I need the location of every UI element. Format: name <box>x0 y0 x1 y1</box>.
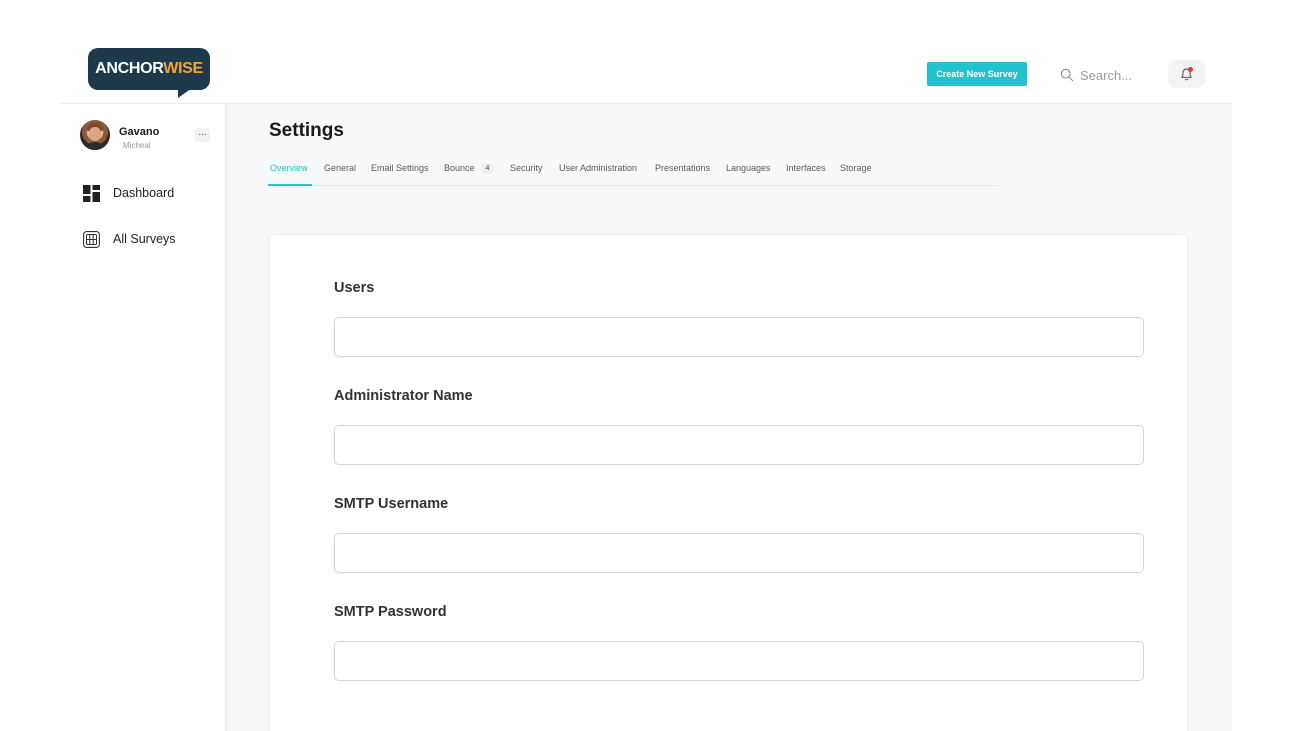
tab-storage[interactable]: Storage <box>840 163 872 173</box>
user-subtitle: Micheal <box>123 141 151 150</box>
user-profile[interactable]: Gavano Micheal ... <box>80 120 210 154</box>
sidebar-item-label: Dashboard <box>113 186 175 200</box>
tab-languages[interactable]: Languages <box>726 163 771 173</box>
users-label: Users <box>334 280 375 296</box>
bounce-count-badge: 4 <box>480 163 495 175</box>
sidebar-item-label: All Surveys <box>113 232 176 246</box>
notifications-button[interactable] <box>1168 60 1205 88</box>
more-options-button[interactable]: ... <box>195 128 210 142</box>
sidebar: Gavano Micheal ... Dashboard All Surveys <box>60 104 226 731</box>
logo-text: ANCHORWISE <box>95 60 203 77</box>
smtp-password-label: SMTP Password <box>334 604 447 620</box>
tab-email-settings[interactable]: Email Settings <box>371 163 429 173</box>
tab-security[interactable]: Security <box>510 163 543 173</box>
sidebar-item-all-surveys[interactable]: All Surveys <box>82 230 176 248</box>
search-icon <box>1060 68 1074 82</box>
tab-presentations[interactable]: Presentations <box>655 163 710 173</box>
settings-tabs: Overview General Email Settings Bounce 4 … <box>268 158 998 186</box>
user-name: Gavano <box>119 126 160 138</box>
administrator-name-label: Administrator Name <box>334 388 473 404</box>
tab-interfaces[interactable]: Interfaces <box>786 163 826 173</box>
tab-bounce[interactable]: Bounce 4 <box>444 163 495 175</box>
smtp-password-input[interactable] <box>334 641 1144 681</box>
administrator-name-input[interactable] <box>334 425 1144 465</box>
brand-logo[interactable]: ANCHORWISE <box>88 48 210 98</box>
tab-user-administration[interactable]: User Administration <box>559 163 637 173</box>
top-header: ANCHORWISE Create New Survey <box>60 0 1232 104</box>
tab-general[interactable]: General <box>324 163 356 173</box>
app-root: ANCHORWISE Create New Survey Gavano Mich… <box>0 0 1300 731</box>
smtp-username-input[interactable] <box>334 533 1144 573</box>
search-box[interactable] <box>1060 64 1160 86</box>
tab-bounce-label: Bounce <box>444 163 475 173</box>
create-new-survey-button[interactable]: Create New Survey <box>927 62 1027 86</box>
page-title: Settings <box>269 120 344 141</box>
search-input[interactable] <box>1080 67 1160 83</box>
settings-form-card: Users Administrator Name SMTP Username S… <box>270 235 1187 731</box>
sidebar-item-dashboard[interactable]: Dashboard <box>82 184 174 202</box>
notification-dot <box>1188 67 1193 72</box>
avatar <box>80 120 110 150</box>
users-input[interactable] <box>334 317 1144 357</box>
surveys-icon <box>82 230 100 248</box>
smtp-username-label: SMTP Username <box>334 496 449 512</box>
active-tab-indicator <box>268 184 312 186</box>
tab-overview[interactable]: Overview <box>270 163 308 173</box>
dashboard-icon <box>82 184 100 202</box>
